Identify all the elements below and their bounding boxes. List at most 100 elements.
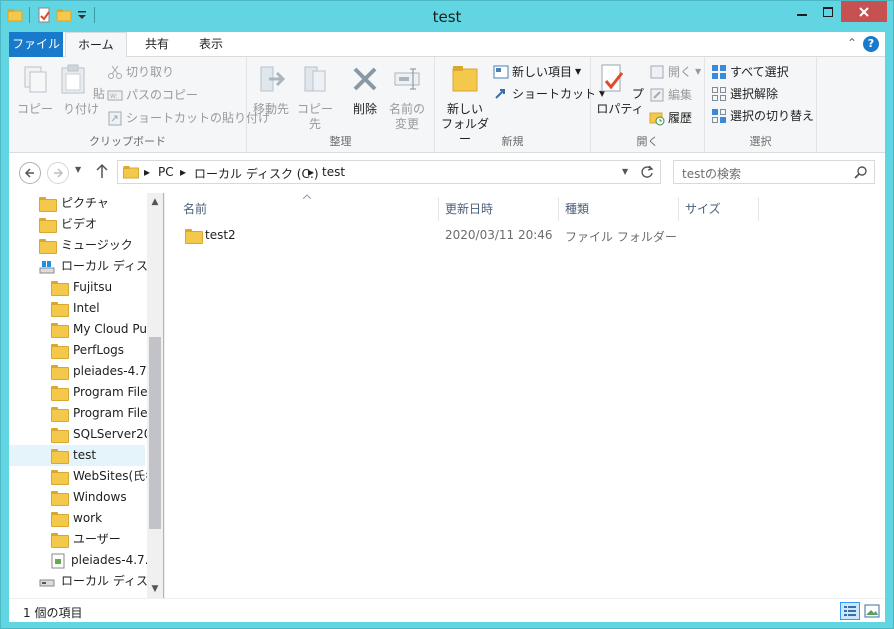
select-all-label: すべて選択 — [730, 65, 789, 79]
search-icon[interactable] — [854, 165, 868, 179]
tree-item[interactable]: pleiades-4.7.2 — [51, 361, 147, 382]
column-header-size[interactable]: サイズ — [679, 197, 759, 221]
shortcut-icon — [495, 89, 505, 99]
tab-file[interactable]: ファイル — [9, 32, 63, 57]
tree-item[interactable]: My Cloud Pub — [51, 319, 147, 340]
tree-item[interactable]: Windows — [51, 487, 147, 508]
minimize-button[interactable] — [789, 1, 815, 22]
breadcrumb-local-disk[interactable]: ローカル ディスク (C:) — [194, 165, 319, 182]
folder-icon — [51, 407, 69, 422]
scroll-down-icon[interactable]: ▼ — [147, 584, 163, 594]
folder-icon — [51, 428, 69, 443]
tree-item-label: Fujitsu — [73, 280, 113, 294]
tree-item[interactable]: Program Files — [51, 403, 147, 424]
address-bar[interactable]: ▸ PC ▸ ローカル ディスク (C:) ▸ test ▼ — [117, 160, 661, 184]
customize-toolbar-icon[interactable] — [76, 7, 88, 23]
folder-icon — [51, 344, 69, 359]
up-button[interactable] — [95, 162, 109, 183]
scroll-up-icon[interactable]: ▲ — [147, 197, 163, 207]
properties-icon[interactable] — [36, 7, 52, 23]
table-row[interactable]: test2 2020/03/11 20:46 ファイル フォルダー — [179, 225, 739, 247]
help-icon[interactable]: ? — [863, 36, 879, 52]
tab-share[interactable]: 共有 — [133, 32, 181, 57]
nav-pane-scrollbar[interactable]: ▲ ▼ — [147, 193, 163, 598]
delete-icon — [353, 67, 377, 91]
open-button[interactable]: 開く ▼ — [649, 62, 701, 82]
large-icons-view-button[interactable] — [862, 602, 882, 620]
breadcrumb-separator-icon[interactable]: ▸ — [308, 165, 314, 179]
tree-item[interactable]: Intel — [51, 298, 147, 319]
move-to-button[interactable]: 移動先 — [251, 63, 291, 117]
tree-item[interactable]: ビデオ — [39, 214, 97, 235]
up-arrow-icon — [96, 163, 108, 178]
paste-shortcut-button[interactable]: ショートカットの貼り付け — [107, 108, 270, 128]
invert-selection-button[interactable]: 選択の切り替え — [711, 106, 814, 126]
tree-item[interactable]: ミュージック — [39, 235, 133, 256]
column-header-type[interactable]: 種類 — [559, 197, 679, 221]
details-view-button[interactable] — [840, 602, 860, 620]
select-none-button[interactable]: 選択解除 — [711, 84, 778, 104]
search-box[interactable]: testの検索 — [673, 160, 875, 184]
copy-button[interactable]: コピー — [17, 63, 53, 117]
tree-item[interactable]: ユーザー — [51, 529, 147, 550]
column-header-name[interactable]: 名前 — [177, 197, 439, 221]
tree-item[interactable]: ローカル ディスク ( — [39, 571, 147, 592]
breadcrumb-test[interactable]: test — [322, 165, 345, 179]
maximize-button[interactable] — [815, 1, 841, 22]
tree-item-label: work — [73, 511, 103, 525]
scissors-icon — [108, 65, 122, 79]
rename-icon — [394, 68, 420, 90]
back-button[interactable] — [19, 162, 41, 184]
history-button[interactable]: 履歴 — [649, 108, 692, 128]
paste-button[interactable]: 貼り付け — [57, 63, 105, 117]
tree-item-label: test — [73, 448, 97, 462]
tree-item[interactable]: Program Files — [51, 382, 147, 403]
navigation-pane: ピクチャ ビデオ ミュージック ローカル ディスク (C:) Fujitsu I… — [9, 193, 163, 598]
edit-button[interactable]: 編集 — [649, 85, 692, 105]
tree-item[interactable]: pleiades-4.7.2 — [51, 550, 147, 571]
copy-to-button[interactable]: コピー先 — [293, 63, 337, 132]
scrollbar-thumb[interactable] — [149, 337, 161, 529]
copy-path-label: パスのコピー — [126, 88, 199, 102]
breadcrumb-pc[interactable]: PC — [158, 165, 174, 179]
folder-icon[interactable] — [7, 7, 23, 23]
file-name: test2 — [205, 228, 236, 242]
column-header-modified[interactable]: 更新日時 — [439, 197, 559, 221]
tree-item[interactable]: WebSites(氏名 — [51, 466, 147, 487]
title-bar[interactable]: test — [1, 1, 893, 32]
tree-item[interactable]: Fujitsu — [51, 277, 147, 298]
tree-item[interactable]: PerfLogs — [51, 340, 147, 361]
tree-item[interactable]: ローカル ディスク (C:) — [39, 256, 147, 277]
recent-locations-chevron-icon[interactable]: ▼ — [75, 165, 81, 174]
forward-button[interactable] — [47, 162, 69, 184]
tab-view[interactable]: 表示 — [187, 32, 235, 57]
new-item-button[interactable]: 新しい項目 ▼ — [493, 62, 581, 82]
delete-button[interactable]: 削除 — [347, 63, 383, 117]
tree-item[interactable]: ピクチャ — [39, 193, 109, 214]
select-all-button[interactable]: すべて選択 — [711, 62, 789, 82]
tree-item-label: WebSites(氏名 — [73, 469, 147, 483]
breadcrumb-separator-icon[interactable]: ▸ — [180, 165, 186, 179]
close-button[interactable] — [841, 1, 887, 22]
rename-button[interactable]: 名前の 変更 — [387, 63, 427, 132]
tree-item-label: Program Files — [73, 406, 147, 420]
tree-item[interactable]: work — [51, 508, 147, 529]
properties-button[interactable]: プロパティ — [595, 63, 645, 117]
copy-path-button[interactable]: W: パスのコピー — [107, 85, 198, 105]
tab-home[interactable]: ホーム — [65, 32, 127, 58]
new-folder-icon[interactable] — [56, 7, 72, 23]
easy-access-button[interactable]: ショートカット ▼ — [493, 84, 605, 104]
address-history-chevron-icon[interactable]: ▼ — [622, 167, 628, 176]
svg-text:W:: W: — [110, 93, 118, 100]
group-label-new: 新規 — [501, 135, 524, 148]
tree-item-selected[interactable]: test — [9, 445, 145, 466]
folder-icon — [51, 470, 69, 485]
group-label-clipboard: クリップボード — [89, 135, 166, 148]
tree-item[interactable]: SQLServer20 — [51, 424, 147, 445]
refresh-icon[interactable] — [640, 165, 654, 179]
breadcrumb-separator-icon[interactable]: ▸ — [144, 165, 150, 179]
copy-label: コピー — [17, 102, 54, 116]
collapse-ribbon-icon[interactable]: ⌃ — [847, 36, 857, 50]
cut-button[interactable]: 切り取り — [107, 62, 174, 82]
new-folder-icon — [452, 66, 478, 92]
